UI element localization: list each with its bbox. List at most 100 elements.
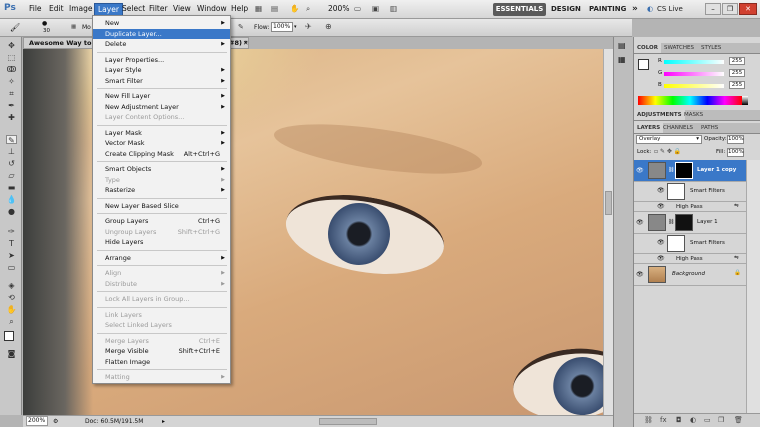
layer-name[interactable]: Layer 1: [697, 219, 718, 225]
clone-stamp-tool-icon[interactable]: ⊥: [6, 147, 17, 156]
menu-filter[interactable]: Filter: [149, 4, 168, 13]
new-group-icon[interactable]: ▭: [704, 414, 711, 427]
close-icon[interactable]: ✕: [739, 3, 757, 15]
menu-item-smart-objects[interactable]: Smart Objects ▶: [93, 164, 230, 174]
tab-paths[interactable]: PATHS: [698, 123, 721, 133]
color-fg-swatch[interactable]: [638, 59, 649, 70]
zoom-tool-icon[interactable]: ⌕: [306, 4, 310, 14]
visibility-eye-icon[interactable]: 👁: [657, 187, 665, 194]
cs-live-icon[interactable]: ◐: [647, 3, 653, 16]
status-icon[interactable]: ⚙: [53, 416, 58, 427]
screen-mode-icon[interactable]: ▣: [372, 4, 379, 13]
pen-tool-icon[interactable]: ✑: [6, 227, 17, 236]
tab-color[interactable]: COLOR: [634, 43, 661, 53]
menu-item-merge-visible[interactable]: Merge Visible Shift+Ctrl+E: [93, 346, 230, 356]
workspace-essentials[interactable]: ESSENTIALS: [493, 3, 546, 16]
layer-row-high-pass[interactable]: 👁 High Pass ⇋: [634, 202, 746, 212]
tab-channels[interactable]: CHANNELS: [660, 123, 696, 133]
visibility-eye-icon[interactable]: 👁: [657, 239, 665, 246]
visibility-eye-icon[interactable]: 👁: [657, 203, 665, 210]
shape-tool-icon[interactable]: ▭: [6, 263, 17, 272]
link-layers-icon[interactable]: ⛓: [644, 414, 653, 427]
layer-row-background[interactable]: 👁 Background 🔒: [634, 264, 746, 286]
foreground-color-swatch[interactable]: [4, 331, 14, 341]
menu-edit[interactable]: Edit: [49, 4, 64, 13]
menu-item-layer-mask[interactable]: Layer Mask ▶: [93, 128, 230, 138]
workspace-design[interactable]: DESIGN: [551, 3, 581, 16]
dodge-tool-icon[interactable]: ●: [6, 207, 17, 216]
menu-item-delete[interactable]: Delete ▶: [93, 39, 230, 49]
tab-adjustments[interactable]: ADJUSTMENTS: [634, 110, 685, 120]
filter-options-icon[interactable]: ⇋: [734, 203, 739, 209]
fx-icon[interactable]: fx: [660, 414, 667, 427]
visibility-eye-icon[interactable]: 👁: [636, 219, 644, 226]
airbrush-icon[interactable]: ✎: [238, 23, 244, 31]
zoom-level[interactable]: 200%: [328, 4, 349, 13]
layers-scrollbar[interactable]: [746, 160, 760, 413]
menu-item-new[interactable]: New ▶: [93, 18, 230, 28]
type-tool-icon[interactable]: T: [6, 239, 17, 248]
brush-tool-icon[interactable]: ✎: [6, 135, 17, 145]
close-tab-icon[interactable]: ✕: [243, 38, 248, 48]
menu-item-group-layers[interactable]: Group Layers Ctrl+G: [93, 216, 230, 226]
menu-item-rasterize[interactable]: Rasterize ▶: [93, 185, 230, 195]
history-brush-tool-icon[interactable]: ↺: [6, 159, 17, 168]
lock-icons[interactable]: ▫ ✎ ✥ 🔒: [654, 148, 681, 155]
trash-icon[interactable]: 🗑: [734, 414, 743, 427]
menu-item-duplicate-layer[interactable]: Duplicate Layer...: [93, 28, 230, 39]
layer-row-high-pass-2[interactable]: 👁 High Pass ⇋: [634, 254, 746, 264]
bridge-icon[interactable]: ▦: [255, 4, 262, 13]
menu-file[interactable]: File: [29, 4, 42, 13]
marquee-tool-icon[interactable]: ⬚: [6, 53, 17, 62]
g-value[interactable]: 255: [729, 69, 745, 77]
layer-row-smart-filters-2[interactable]: 👁 Smart Filters: [634, 234, 746, 254]
vertical-scroll-thumb[interactable]: [605, 191, 612, 215]
more-workspaces-button[interactable]: »: [632, 3, 638, 16]
visibility-eye-icon[interactable]: 👁: [636, 167, 644, 174]
brush-preset-icon[interactable]: 🖌: [10, 23, 20, 32]
menu-item-new-fill-layer[interactable]: New Fill Layer ▶: [93, 91, 230, 101]
layer-row-layer-1[interactable]: 👁 ⛓ Layer 1: [634, 212, 746, 234]
blur-tool-icon[interactable]: 💧: [6, 195, 17, 204]
new-layer-icon[interactable]: ❐: [718, 414, 724, 427]
menu-item-create-clipping-mask[interactable]: Create Clipping Mask Alt+Ctrl+G: [93, 149, 230, 159]
brush-panel-icon[interactable]: ▦: [71, 24, 76, 30]
menu-item-layer-properties[interactable]: Layer Properties...: [93, 55, 230, 65]
eyedropper-tool-icon[interactable]: ✒: [6, 101, 17, 110]
properties-panel-icon[interactable]: ▦: [618, 55, 626, 64]
tab-masks[interactable]: MASKS: [681, 110, 706, 120]
tab-layers[interactable]: LAYERS: [634, 123, 664, 133]
arrange-documents-icon[interactable]: ▭: [354, 4, 361, 13]
quick-mask-icon[interactable]: ◙: [6, 349, 17, 358]
status-zoom[interactable]: 200%: [26, 416, 48, 426]
flow-dropdown-icon[interactable]: ▾: [294, 24, 297, 30]
history-panel-icon[interactable]: ▤: [618, 41, 626, 50]
menu-view[interactable]: View: [173, 4, 191, 13]
r-value[interactable]: 255: [729, 57, 745, 65]
horizontal-scroll-thumb[interactable]: [319, 418, 377, 425]
airbrush-toggle-icon[interactable]: ✈: [305, 22, 312, 31]
hand-icon[interactable]: ✋: [290, 4, 299, 13]
filter-options-icon[interactable]: ⇋: [734, 255, 739, 261]
menu-image[interactable]: Image: [69, 4, 93, 13]
tab-styles[interactable]: STYLES: [698, 43, 724, 53]
extras-icon[interactable]: ▥: [390, 4, 397, 13]
menu-help[interactable]: Help: [231, 4, 248, 13]
move-tool-icon[interactable]: ✥: [6, 41, 17, 50]
workspace-painting[interactable]: PAINTING: [589, 3, 626, 16]
lasso-tool-icon[interactable]: ↂ: [6, 65, 17, 74]
quick-select-tool-icon[interactable]: ✧: [6, 77, 17, 86]
spot-healing-tool-icon[interactable]: ✚: [6, 113, 17, 122]
r-slider[interactable]: [664, 60, 724, 64]
eraser-tool-icon[interactable]: ▱: [6, 171, 17, 180]
tablet-pressure-icon[interactable]: ⊕: [325, 22, 332, 31]
layer-name[interactable]: Layer 1 copy: [697, 167, 736, 173]
menu-item-vector-mask[interactable]: Vector Mask ▶: [93, 138, 230, 148]
layer-name[interactable]: Background: [672, 271, 705, 277]
add-mask-icon[interactable]: ◘: [676, 414, 682, 427]
brush-size-value[interactable]: 30: [43, 28, 50, 34]
status-menu-arrow-icon[interactable]: ▸: [162, 416, 165, 427]
menu-window[interactable]: Window: [197, 4, 227, 13]
3d-rotate-tool-icon[interactable]: ◈: [6, 281, 17, 290]
gradient-tool-icon[interactable]: ▬: [6, 183, 17, 192]
